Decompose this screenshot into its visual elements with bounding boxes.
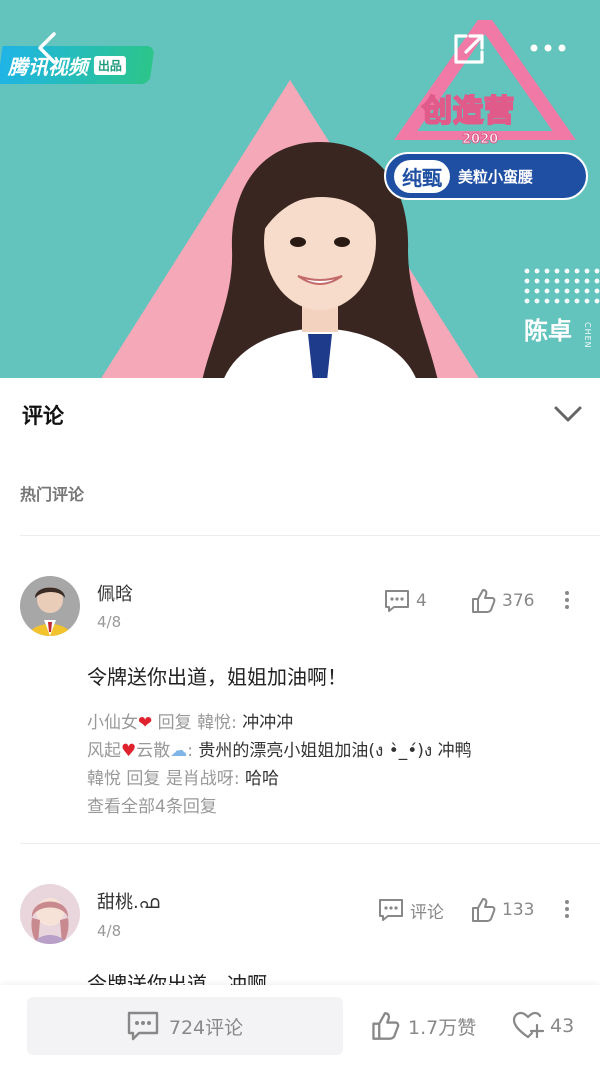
more-vertical-icon[interactable]: [560, 897, 574, 927]
reply-author: 云散: [136, 741, 171, 761]
comment-count: 724评论: [168, 1016, 244, 1039]
comment-date: 4/8: [97, 613, 122, 631]
thumbs-up-icon: [372, 1012, 400, 1040]
like-button[interactable]: 376: [470, 586, 534, 616]
like-count: 376: [502, 591, 535, 611]
like-video-button[interactable]: 1.7万赞: [370, 1011, 476, 1041]
divider: [20, 535, 600, 536]
reply-item[interactable]: 韓悅 回复 是肖战呀: 哈哈: [87, 765, 472, 793]
reply-text: 哈哈: [244, 769, 279, 789]
divider: [20, 843, 600, 844]
avatar[interactable]: [20, 884, 80, 944]
platform-logo: 腾讯视频 出品: [0, 46, 155, 84]
reply-target: 是肖战呀: [165, 769, 234, 789]
back-arrow-icon[interactable]: [30, 30, 66, 66]
share-icon[interactable]: [450, 30, 488, 68]
sponsor-name: 美粒小蛮腰: [458, 167, 534, 186]
reply-label: 评论: [410, 902, 444, 923]
show-year: 2020: [461, 132, 499, 148]
cloud-emoji: ☁: [170, 741, 188, 761]
reply-author: 小仙女: [87, 713, 138, 733]
reply-button[interactable]: 4: [384, 586, 427, 616]
comment-text: 令牌送你出道，姐姐加油啊！: [87, 665, 347, 689]
chevron-down-icon[interactable]: [552, 398, 584, 430]
show-title: 创造营: [421, 93, 515, 130]
thumbs-up-icon: [472, 898, 496, 922]
sponsor-badge: 纯甄 美粒小蛮腰: [384, 152, 588, 200]
reply-target: 韓悅: [197, 713, 232, 733]
reply-action: 回复: [126, 769, 161, 789]
sponsor-brand: 纯甄: [394, 159, 450, 193]
comment-bubble-icon: [385, 590, 409, 612]
view-all-replies-link[interactable]: 查看全部4条回复: [87, 793, 472, 821]
like-button[interactable]: 133: [470, 895, 534, 925]
comment-date: 4/8: [97, 922, 122, 940]
video-player[interactable]: 陈卓 CHEN 创造营 2020 纯甄 美粒小蛮腰 腾讯视频 出品: [0, 0, 600, 378]
comment-bubble-icon: [127, 1011, 159, 1041]
comment-username[interactable]: 佩晗: [97, 580, 133, 606]
contestant-pinyin: CHEN: [583, 322, 592, 349]
reply-count: 4: [416, 591, 427, 611]
comment-username[interactable]: 甜桃.ഫ: [97, 888, 159, 914]
dot-pattern-decoration: [522, 266, 600, 304]
avatar[interactable]: [20, 576, 80, 636]
reply-text: 贵州的漂亮小姐姐加油(ง •̀_•́)ง 冲鸭: [198, 741, 472, 761]
heart-emoji: ❤: [138, 713, 153, 733]
like-count: 133: [502, 900, 535, 920]
reply-item[interactable]: 风起♥云散☁: 贵州的漂亮小姐姐加油(ง •̀_•́)ง 冲鸭: [87, 737, 472, 765]
video-like-count: 1.7万赞: [408, 1016, 477, 1039]
hot-comments-title: 热门评论: [20, 485, 85, 504]
reply-action: 回复: [157, 713, 192, 733]
platform-tag: 出品: [94, 55, 127, 75]
favorite-count: 43: [550, 1015, 575, 1037]
write-comment-button[interactable]: 724评论: [27, 997, 343, 1055]
reply-item[interactable]: 小仙女❤ 回复 韓悅: 冲冲冲: [87, 709, 472, 737]
more-horizontal-icon[interactable]: [528, 36, 568, 60]
heart-plus-icon: [512, 1011, 544, 1039]
bottom-action-bar: 724评论 1.7万赞 43: [0, 985, 600, 1066]
reply-author: 风起: [87, 741, 121, 761]
reply-author: 韓悅: [87, 769, 121, 789]
more-vertical-icon[interactable]: [560, 588, 574, 618]
comment-bubble-icon: [379, 899, 403, 921]
heart-emoji: ♥: [121, 741, 137, 761]
thumbs-up-icon: [472, 589, 496, 613]
reply-list: 小仙女❤ 回复 韓悅: 冲冲冲 风起♥云散☁: 贵州的漂亮小姐姐加油(ง •̀_…: [87, 709, 472, 821]
panel-title: 评论: [22, 404, 64, 428]
reply-text: 冲冲冲: [242, 713, 294, 733]
favorite-button[interactable]: 43: [512, 1011, 574, 1041]
reply-button[interactable]: 评论: [378, 895, 444, 925]
contestant-name: 陈卓: [524, 317, 572, 345]
comment-panel-header: 评论: [0, 378, 600, 448]
